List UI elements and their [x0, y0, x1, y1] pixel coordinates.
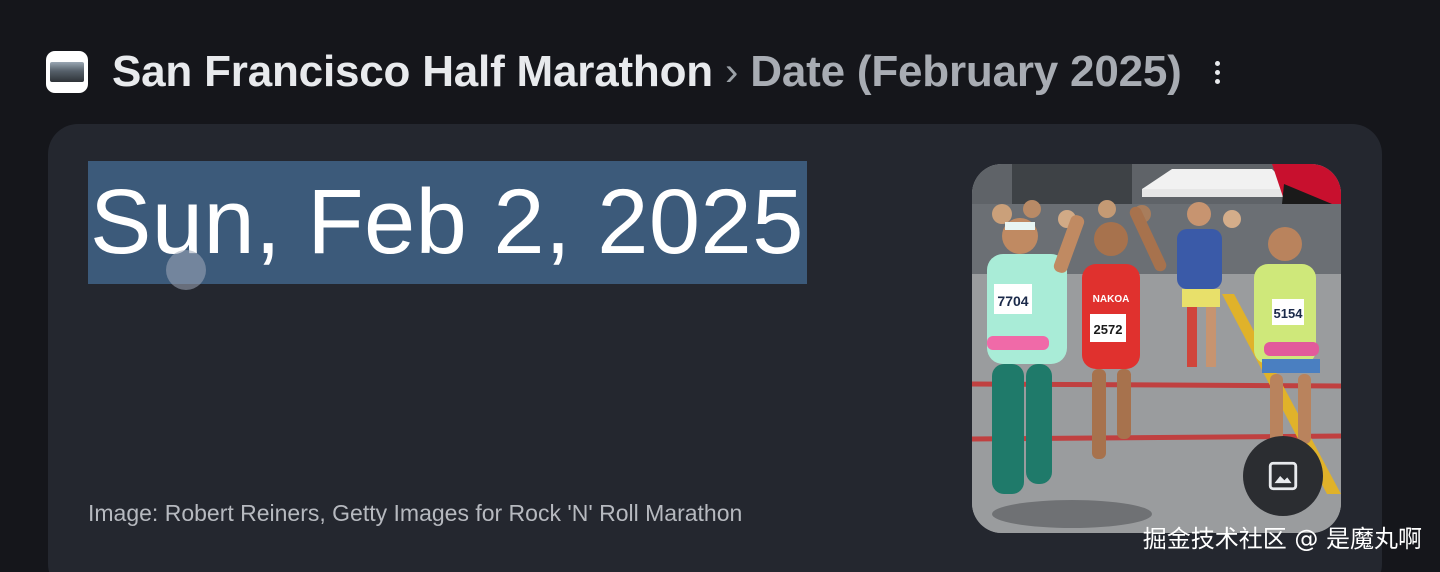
- view-image-button[interactable]: [1243, 436, 1323, 516]
- breadcrumb-title[interactable]: San Francisco Half Marathon: [112, 47, 713, 97]
- touch-cursor-indicator: [166, 250, 206, 290]
- more-options-button[interactable]: [1208, 52, 1228, 92]
- bib-2572: 2572: [1094, 322, 1123, 337]
- answer-card: Sun, Feb 2, 2025 Image: Robert Reiners, …: [48, 124, 1382, 572]
- breadcrumb-subtitle: Date (February 2025): [750, 47, 1182, 96]
- bib-5154: 5154: [1274, 306, 1304, 321]
- site-favicon-icon[interactable]: [46, 51, 88, 93]
- shirt-text: NAKOA: [1093, 294, 1130, 305]
- marathon-photo[interactable]: 7704 2572 NAKOA 5154: [972, 164, 1341, 533]
- image-icon: [1268, 461, 1298, 491]
- image-credit: Image: Robert Reiners, Getty Images for …: [88, 500, 743, 526]
- breadcrumb-separator: ›: [724, 49, 739, 94]
- breadcrumb: San Francisco Half Marathon › Date (Febr…: [46, 40, 1228, 104]
- search-answer-page: San Francisco Half Marathon › Date (Febr…: [0, 0, 1440, 572]
- more-vert-icon: [1215, 60, 1221, 66]
- bib-7704: 7704: [997, 293, 1028, 309]
- watermark: 掘金技术社区 @ 是魔丸啊: [1142, 525, 1422, 553]
